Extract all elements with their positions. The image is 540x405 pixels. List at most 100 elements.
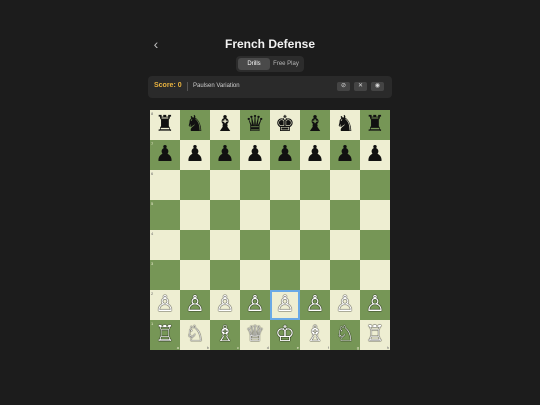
square-b8[interactable]: ♞ [180, 110, 210, 140]
chess-piece[interactable]: ♞ [185, 110, 205, 140]
square-e1[interactable]: e ♔ [270, 320, 300, 350]
chess-piece[interactable]: ♙ [365, 290, 385, 320]
square-h7[interactable]: ♟ [360, 140, 390, 170]
square-b1[interactable]: b ♘ [180, 320, 210, 350]
chess-piece[interactable]: ♖ [155, 320, 175, 350]
close-icon[interactable]: ✕ [354, 82, 367, 91]
square-h6[interactable] [360, 170, 390, 200]
square-h2[interactable]: ♙ [360, 290, 390, 320]
chess-piece[interactable]: ♙ [185, 290, 205, 320]
square-g3[interactable] [330, 260, 360, 290]
square-a8[interactable]: 8 ♜ [150, 110, 180, 140]
chess-piece[interactable]: ♘ [335, 320, 355, 350]
square-g2[interactable]: ♙ [330, 290, 360, 320]
square-g1[interactable]: g ♘ [330, 320, 360, 350]
square-h8[interactable]: ♜ [360, 110, 390, 140]
square-a6[interactable]: 6 [150, 170, 180, 200]
square-d7[interactable]: ♟ [240, 140, 270, 170]
square-d5[interactable] [240, 200, 270, 230]
square-b3[interactable] [180, 260, 210, 290]
chess-piece[interactable]: ♟ [305, 140, 325, 170]
square-f7[interactable]: ♟ [300, 140, 330, 170]
square-b7[interactable]: ♟ [180, 140, 210, 170]
square-e8[interactable]: ♚ [270, 110, 300, 140]
square-e6[interactable] [270, 170, 300, 200]
square-h5[interactable] [360, 200, 390, 230]
chess-piece[interactable]: ♙ [275, 290, 295, 320]
square-f3[interactable] [300, 260, 330, 290]
chess-piece[interactable]: ♚ [275, 110, 295, 140]
square-c6[interactable] [210, 170, 240, 200]
chess-piece[interactable]: ♙ [305, 290, 325, 320]
chess-piece[interactable]: ♕ [245, 320, 265, 350]
square-d3[interactable] [240, 260, 270, 290]
chess-piece[interactable]: ♙ [155, 290, 175, 320]
square-c2[interactable]: ♙ [210, 290, 240, 320]
square-g6[interactable] [330, 170, 360, 200]
chess-piece[interactable]: ♟ [155, 140, 175, 170]
chess-piece[interactable]: ♔ [275, 320, 295, 350]
square-c5[interactable] [210, 200, 240, 230]
square-g7[interactable]: ♟ [330, 140, 360, 170]
chess-piece[interactable]: ♙ [215, 290, 235, 320]
chess-piece[interactable]: ♝ [305, 110, 325, 140]
square-d6[interactable] [240, 170, 270, 200]
square-h4[interactable] [360, 230, 390, 260]
square-c7[interactable]: ♟ [210, 140, 240, 170]
square-f2[interactable]: ♙ [300, 290, 330, 320]
square-a3[interactable]: 3 [150, 260, 180, 290]
square-e4[interactable] [270, 230, 300, 260]
square-e7[interactable]: ♟ [270, 140, 300, 170]
chess-piece[interactable]: ♛ [245, 110, 265, 140]
square-d4[interactable] [240, 230, 270, 260]
chess-piece[interactable]: ♝ [215, 110, 235, 140]
chess-piece[interactable]: ♖ [365, 320, 385, 350]
square-h1[interactable]: h ♖ [360, 320, 390, 350]
square-a1[interactable]: 1 a ♖ [150, 320, 180, 350]
square-d2[interactable]: ♙ [240, 290, 270, 320]
square-c3[interactable] [210, 260, 240, 290]
square-c8[interactable]: ♝ [210, 110, 240, 140]
chess-piece[interactable]: ♞ [335, 110, 355, 140]
square-b6[interactable] [180, 170, 210, 200]
square-c1[interactable]: c ♗ [210, 320, 240, 350]
chess-piece[interactable]: ♟ [215, 140, 235, 170]
chess-piece[interactable]: ♟ [275, 140, 295, 170]
square-g8[interactable]: ♞ [330, 110, 360, 140]
chess-piece[interactable]: ♘ [185, 320, 205, 350]
drills-tab[interactable]: Drills [238, 58, 270, 70]
eye-icon[interactable]: ◉ [371, 82, 384, 91]
square-b2[interactable]: ♙ [180, 290, 210, 320]
square-a2[interactable]: 2 ♙ [150, 290, 180, 320]
square-b4[interactable] [180, 230, 210, 260]
chess-piece[interactable]: ♟ [185, 140, 205, 170]
chess-piece[interactable]: ♙ [335, 290, 355, 320]
chess-piece[interactable]: ♜ [365, 110, 385, 140]
square-e5[interactable] [270, 200, 300, 230]
chess-piece[interactable]: ♟ [245, 140, 265, 170]
chess-piece[interactable]: ♟ [365, 140, 385, 170]
square-b5[interactable] [180, 200, 210, 230]
chess-piece[interactable]: ♙ [245, 290, 265, 320]
square-g4[interactable] [330, 230, 360, 260]
square-d1[interactable]: d ♕ [240, 320, 270, 350]
square-f4[interactable] [300, 230, 330, 260]
square-a5[interactable]: 5 [150, 200, 180, 230]
square-e2[interactable]: ♙ [270, 290, 300, 320]
chess-piece[interactable]: ♟ [335, 140, 355, 170]
square-a7[interactable]: 7 ♟ [150, 140, 180, 170]
hint-icon[interactable]: ⊘ [337, 82, 350, 91]
square-c4[interactable] [210, 230, 240, 260]
square-f6[interactable] [300, 170, 330, 200]
square-f8[interactable]: ♝ [300, 110, 330, 140]
square-a4[interactable]: 4 [150, 230, 180, 260]
chess-piece[interactable]: ♗ [215, 320, 235, 350]
square-f5[interactable] [300, 200, 330, 230]
square-h3[interactable] [360, 260, 390, 290]
square-g5[interactable] [330, 200, 360, 230]
square-e3[interactable] [270, 260, 300, 290]
free-play-tab[interactable]: Free Play [270, 58, 302, 70]
square-d8[interactable]: ♛ [240, 110, 270, 140]
square-f1[interactable]: f ♗ [300, 320, 330, 350]
chess-piece[interactable]: ♜ [155, 110, 175, 140]
